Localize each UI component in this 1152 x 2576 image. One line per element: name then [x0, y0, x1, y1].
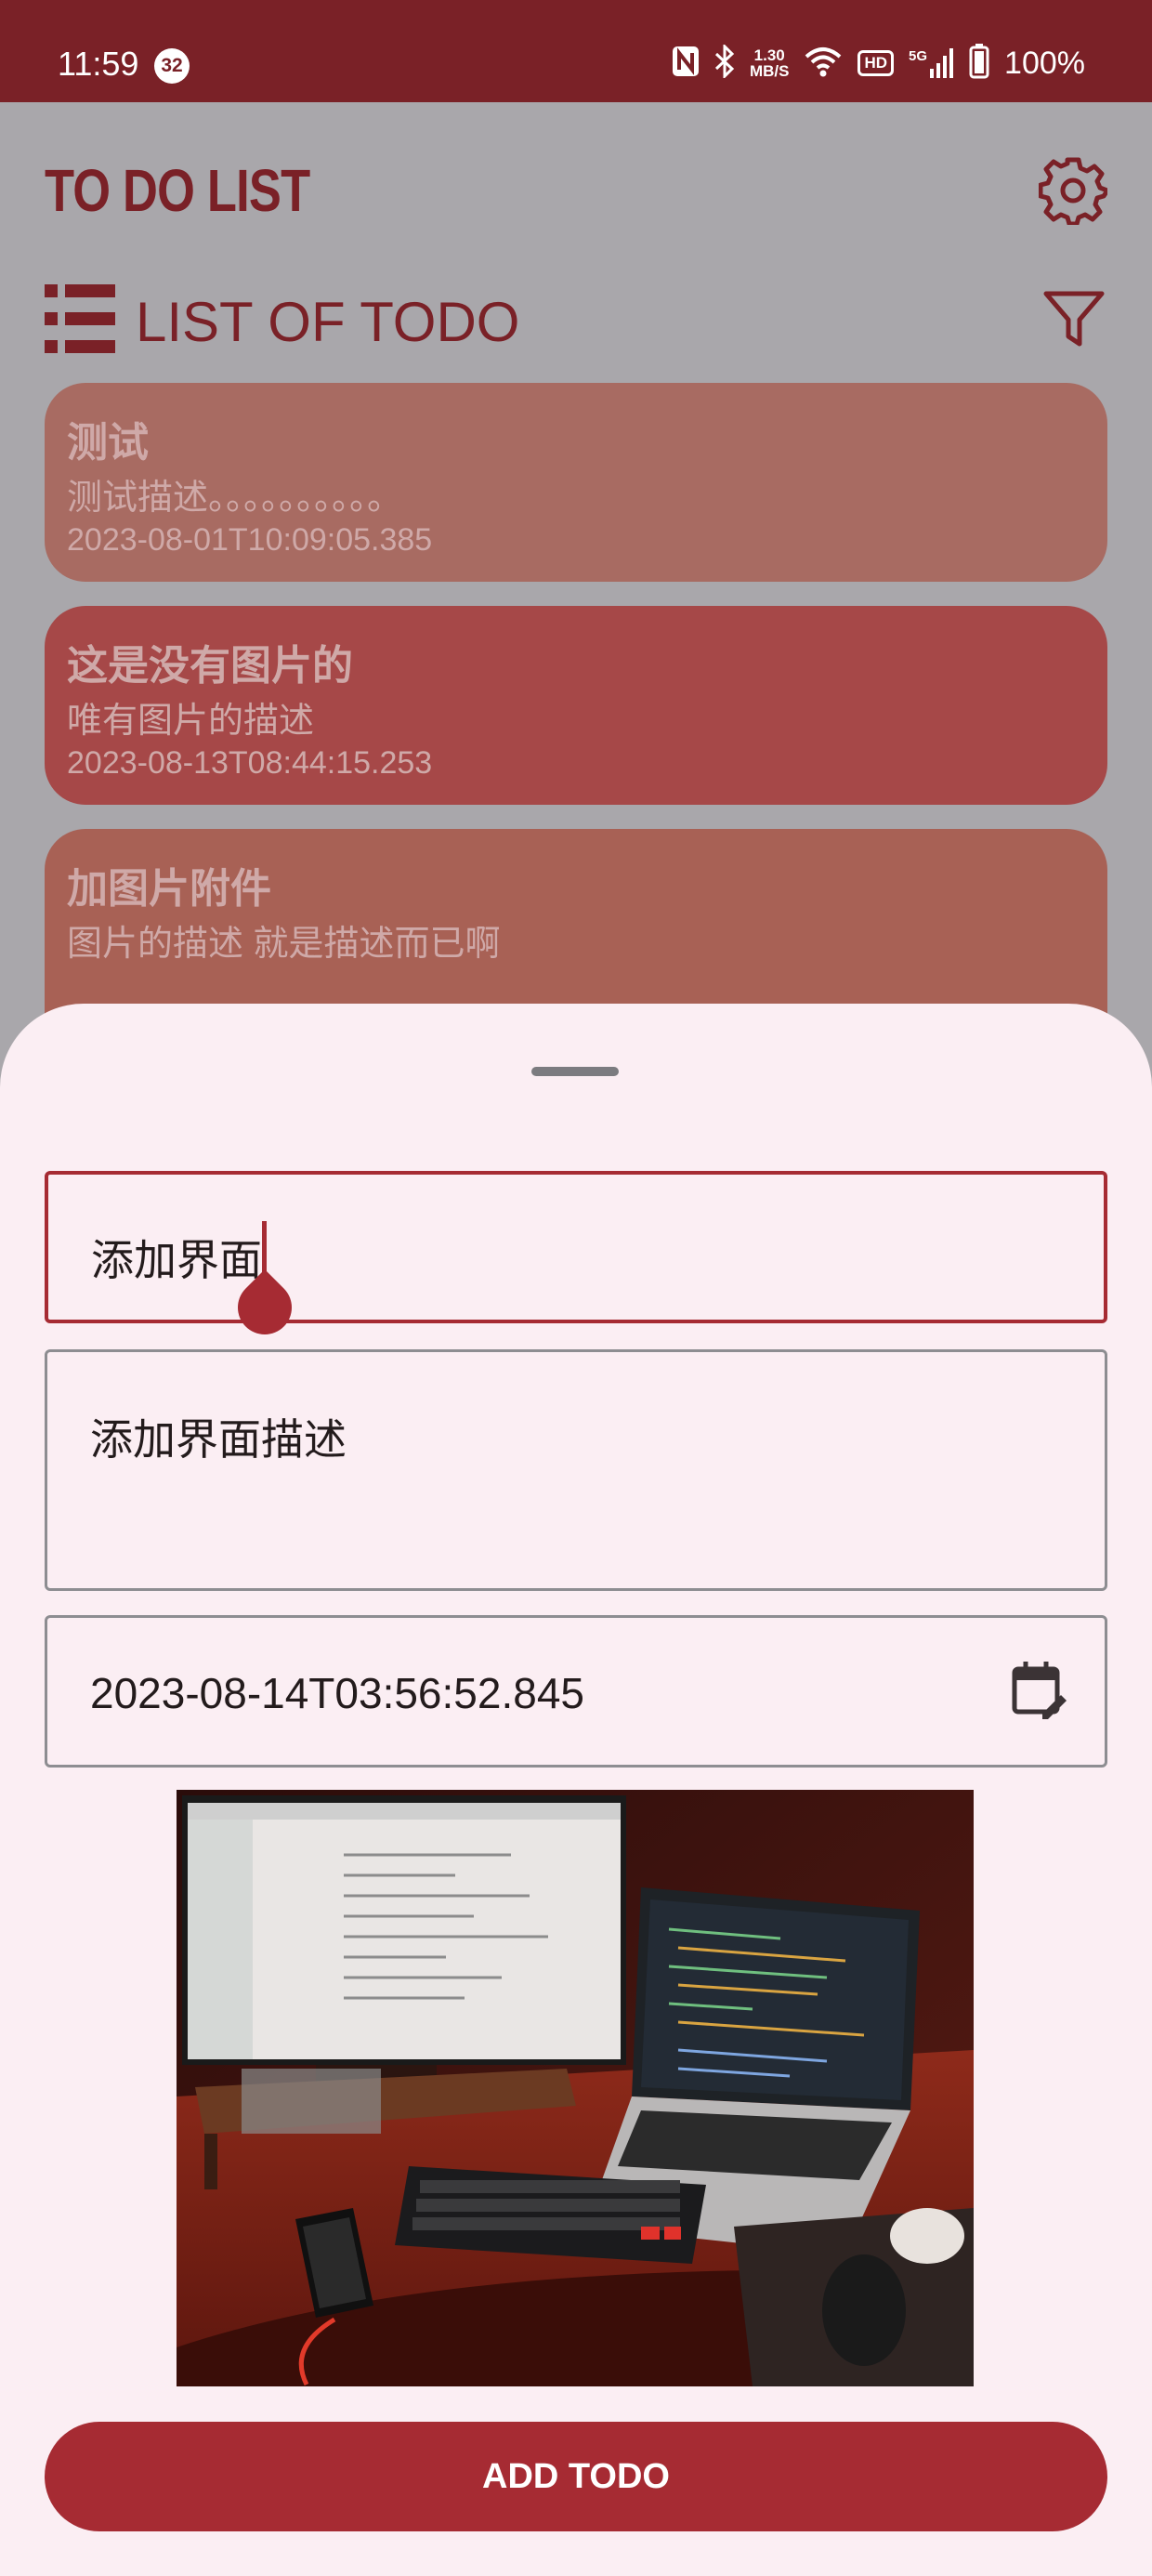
filter-icon[interactable]: [1042, 290, 1106, 354]
todo-title-input[interactable]: 添加界面: [45, 1171, 1107, 1323]
status-icons: 1.30 MB/S HD 5G 100%: [672, 42, 1085, 84]
net-speed: 1.30 MB/S: [749, 46, 790, 80]
todo-date-input[interactable]: 2023-08-14T03:56:52.845: [45, 1615, 1107, 1768]
battery-percent: 100%: [1004, 45, 1085, 81]
todo-date: 2023-08-13T08:44:15.253: [67, 745, 433, 781]
wifi-icon: [804, 46, 843, 82]
todo-date: 2023-08-01T10:09:05.385: [67, 522, 433, 558]
list-icon: [45, 284, 115, 358]
todo-description-input[interactable]: 添加界面描述: [45, 1349, 1107, 1591]
app-title: TO DO LIST: [45, 157, 310, 224]
calendar-edit-icon[interactable]: [1011, 1660, 1067, 1724]
sheet-drag-handle[interactable]: [531, 1067, 619, 1076]
todo-date-value: 2023-08-14T03:56:52.845: [90, 1669, 584, 1717]
todo-description: 图片的描述 就是描述而已啊: [67, 925, 501, 964]
todo-title: 这是没有图片的: [67, 643, 353, 689]
todo-description-value: 添加界面描述: [90, 1415, 347, 1464]
notification-count-badge: 32: [154, 48, 190, 84]
todo-description: 唯有图片的描述: [67, 702, 315, 741]
todo-description: 测试描述。。。。。。。。。。: [67, 479, 403, 518]
settings-gear-icon[interactable]: [1038, 156, 1110, 230]
todo-title: 测试: [67, 420, 149, 466]
section-title: LIST OF TODO: [136, 291, 520, 353]
signal-icon: 5G: [909, 48, 954, 78]
todo-card[interactable]: 测试 测试描述。。。。。。。。。。 2023-08-01T10:09:05.38…: [45, 383, 1107, 582]
add-todo-button[interactable]: ADD TODO: [45, 2422, 1107, 2531]
todo-title: 加图片附件: [67, 866, 271, 912]
battery-icon: [969, 43, 989, 84]
attached-photo: [177, 1790, 974, 2386]
todo-title-value: 添加界面: [91, 1236, 262, 1284]
hd-voice-badge: HD: [857, 50, 895, 76]
status-time: 11:59: [58, 45, 139, 83]
todo-card[interactable]: 这是没有图片的 唯有图片的描述 2023-08-13T08:44:15.253: [45, 606, 1107, 805]
nfc-icon: [672, 46, 700, 82]
bluetooth-icon: [714, 42, 735, 83]
